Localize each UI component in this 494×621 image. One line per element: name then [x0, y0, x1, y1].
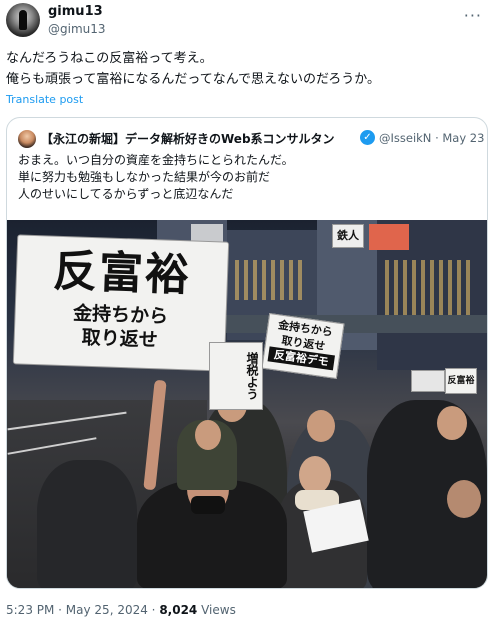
right-protest-sign: 金持ちから 取り返せ 反富裕デモ [261, 312, 345, 380]
main-protest-sign: 反富裕 金持ちから 取り返せ [12, 234, 230, 372]
small-protest-sign [411, 370, 445, 392]
sign-main-text: 反富裕 [52, 245, 192, 302]
more-options-icon[interactable]: ··· [464, 6, 482, 25]
translate-link[interactable]: Translate post [6, 93, 83, 106]
author-handle[interactable]: @gimu13 [48, 22, 106, 36]
timestamp[interactable]: 5:23 PM · May 25, 2024 · [6, 603, 159, 617]
quoted-author-name[interactable]: 【永江の新堀】データ解析好きのWeb系コンサルタン [41, 130, 335, 147]
overpass [217, 315, 487, 333]
quoted-line: 単に努力も勉強もしなかった結果が今のお前だ [18, 170, 271, 184]
post-header: gimu13 @gimu13 ··· [6, 3, 488, 39]
post-footer: 5:23 PM · May 25, 2024 · 8,024 Views [6, 603, 236, 617]
face-mask [191, 496, 225, 514]
small-protest-sign: 反富裕 [445, 368, 477, 394]
quoted-post[interactable]: 【永江の新堀】データ解析好きのWeb系コンサルタン ✓ @IsseikN · M… [6, 117, 488, 589]
views-label: Views [197, 603, 236, 617]
verified-badge-icon: ✓ [360, 130, 375, 145]
quoted-author-avatar[interactable] [18, 130, 36, 148]
author-avatar[interactable] [6, 3, 40, 37]
protest-photo[interactable]: 鉄人 反富裕 金持ちから 取り返せ 金持ちから 取り返せ 反富裕デモ 増税よう … [7, 220, 487, 588]
store-sign: 鉄人 [332, 224, 364, 248]
billboard [369, 224, 409, 250]
tweet-line: なんだろうねこの反富裕って考え。 [6, 51, 213, 66]
quoted-text: おまえ。いつ自分の資産を金持ちにとられたんだ。 単に努力も勉強もしなかった結果が… [18, 152, 478, 203]
author-name[interactable]: gimu13 [48, 4, 103, 19]
vertical-protest-sign: 増税よう [209, 342, 263, 410]
quoted-line: 人のせいにしてるからずっと底辺なんだ [18, 187, 234, 201]
quoted-author-handle-date[interactable]: @IsseikN · May 23 [379, 131, 484, 145]
tweet-text: なんだろうねこの反富裕って考え。 俺らも頑張って富裕になるんだってなんで思えない… [6, 48, 488, 90]
views-count: 8,024 [159, 603, 198, 617]
tweet-line: 俺らも頑張って富裕になるんだってなんで思えないのだろうか。 [6, 72, 381, 87]
quoted-line: おまえ。いつ自分の資産を金持ちにとられたんだ。 [18, 153, 294, 167]
